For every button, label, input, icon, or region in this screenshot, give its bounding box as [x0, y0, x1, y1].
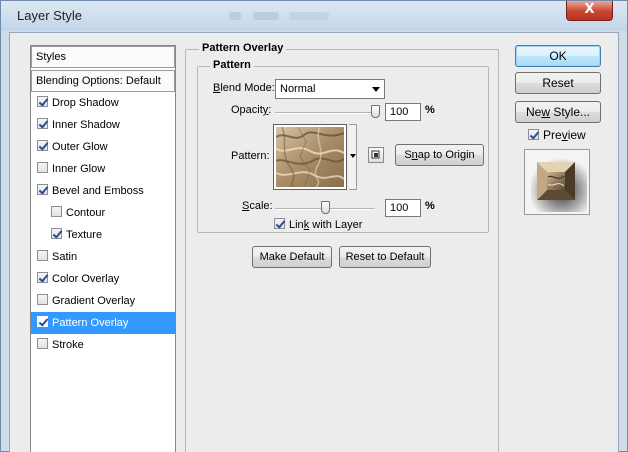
style-item-texture[interactable]: Texture — [31, 224, 175, 246]
style-item-label: Drop Shadow — [52, 97, 119, 109]
style-item-inner-glow[interactable]: Inner Glow — [31, 158, 175, 180]
title-bar-background-artifact-3 — [289, 12, 329, 20]
chevron-down-icon — [350, 154, 356, 158]
title-bar-background-artifact-2 — [253, 12, 279, 20]
style-checkbox-icon[interactable] — [37, 184, 48, 195]
style-item-label: Contour — [66, 207, 106, 219]
scale-input[interactable]: 100 — [385, 199, 421, 217]
title-bar-background-artifact — [229, 12, 241, 20]
style-item-drop-shadow[interactable]: Drop Shadow — [31, 92, 175, 114]
style-preview — [524, 149, 590, 215]
style-checkbox-icon[interactable] — [37, 118, 48, 129]
style-checkbox-icon[interactable] — [37, 294, 48, 305]
style-checkbox-icon[interactable] — [51, 228, 62, 239]
opacity-percent-sign: % — [425, 104, 435, 116]
style-item-stroke[interactable]: Stroke — [31, 334, 175, 356]
preview-checkbox[interactable]: Preview — [528, 128, 586, 142]
pattern-picker-dropdown[interactable] — [349, 124, 357, 190]
style-checkbox-icon[interactable] — [37, 338, 48, 349]
style-item-inner-shadow[interactable]: Inner Shadow — [31, 114, 175, 136]
styles-header[interactable]: Styles — [31, 46, 175, 68]
styles-list: Styles Blending Options: Default Drop Sh… — [30, 45, 176, 452]
chevron-down-icon — [372, 87, 380, 92]
make-default-button[interactable]: Make Default — [252, 246, 332, 268]
layer-style-window: Layer Style X Styles Blending Options: D… — [0, 0, 628, 452]
scale-percent-sign: % — [425, 200, 435, 212]
style-checkbox-icon[interactable] — [37, 162, 48, 173]
pattern-thumbnail-icon — [275, 126, 345, 188]
style-item-label: Texture — [66, 229, 103, 241]
style-item-label: Inner Shadow — [52, 119, 120, 131]
pattern-swatch[interactable] — [273, 124, 347, 190]
style-item-label: Pattern Overlay — [52, 317, 129, 329]
style-checkbox-icon[interactable] — [51, 206, 62, 217]
style-item-label: Outer Glow — [52, 141, 108, 153]
blending-options-item[interactable]: Blending Options: Default — [31, 70, 175, 92]
style-preview-thumbnail-icon — [531, 158, 587, 212]
style-item-label: Inner Glow — [52, 163, 106, 175]
blend-mode-value: Normal — [280, 83, 316, 95]
blend-mode-select[interactable]: Normal — [275, 79, 385, 99]
preview-check-icon[interactable] — [528, 129, 539, 140]
ok-button[interactable]: OK — [515, 45, 601, 67]
new-style-button[interactable]: New Style... — [515, 101, 601, 123]
reset-to-default-button[interactable]: Reset to Default — [339, 246, 431, 268]
close-button[interactable]: X — [566, 1, 613, 21]
style-item-satin[interactable]: Satin — [31, 246, 175, 268]
pattern-overlay-title: Pattern Overlay — [199, 42, 287, 54]
style-checkbox-icon[interactable] — [37, 140, 48, 151]
pattern-overlay-section: Pattern Overlay Pattern Blend Mode: Norm… — [185, 42, 499, 452]
link-with-layer-checkbox[interactable]: Link with Layer — [274, 218, 362, 231]
snap-to-origin-button[interactable]: Snap to Origin — [395, 144, 484, 166]
opacity-input[interactable]: 100 — [385, 103, 421, 121]
opacity-label: Opacity: — [231, 104, 272, 116]
dialog-client-area: Styles Blending Options: Default Drop Sh… — [9, 32, 619, 452]
opacity-slider-track[interactable] — [275, 112, 379, 114]
style-item-pattern-overlay[interactable]: Pattern Overlay — [31, 312, 175, 334]
window-title: Layer Style — [17, 8, 83, 23]
pattern-label: Pattern: — [231, 150, 270, 162]
link-with-layer-check-icon[interactable] — [274, 218, 285, 229]
style-item-gradient-overlay[interactable]: Gradient Overlay — [31, 290, 175, 312]
blend-mode-label: Blend Mode: — [213, 82, 275, 94]
scale-label: Scale: — [242, 200, 273, 212]
style-item-label: Stroke — [52, 339, 84, 351]
style-item-label: Gradient Overlay — [52, 295, 136, 307]
style-item-bevel-and-emboss[interactable]: Bevel and Emboss — [31, 180, 175, 202]
pattern-group-title: Pattern — [210, 59, 254, 71]
style-checkbox-icon[interactable] — [37, 250, 48, 261]
new-preset-icon — [371, 150, 380, 159]
style-item-label: Satin — [52, 251, 78, 263]
style-checkbox-icon[interactable] — [37, 316, 48, 327]
style-checkbox-icon[interactable] — [37, 272, 48, 283]
pattern-group: Pattern Blend Mode: Normal Opacity: 100 … — [197, 59, 489, 233]
opacity-slider-thumb[interactable] — [371, 105, 380, 118]
style-item-label: Color Overlay — [52, 273, 120, 285]
reset-button[interactable]: Reset — [515, 72, 601, 94]
style-item-outer-glow[interactable]: Outer Glow — [31, 136, 175, 158]
style-item-contour[interactable]: Contour — [31, 202, 175, 224]
style-item-color-overlay[interactable]: Color Overlay — [31, 268, 175, 290]
title-bar[interactable]: Layer Style X — [1, 1, 627, 31]
style-item-label: Bevel and Emboss — [52, 185, 144, 197]
close-icon: X — [584, 2, 595, 17]
scale-slider-thumb[interactable] — [321, 201, 330, 214]
create-preset-button[interactable] — [368, 147, 384, 163]
style-checkbox-icon[interactable] — [37, 96, 48, 107]
